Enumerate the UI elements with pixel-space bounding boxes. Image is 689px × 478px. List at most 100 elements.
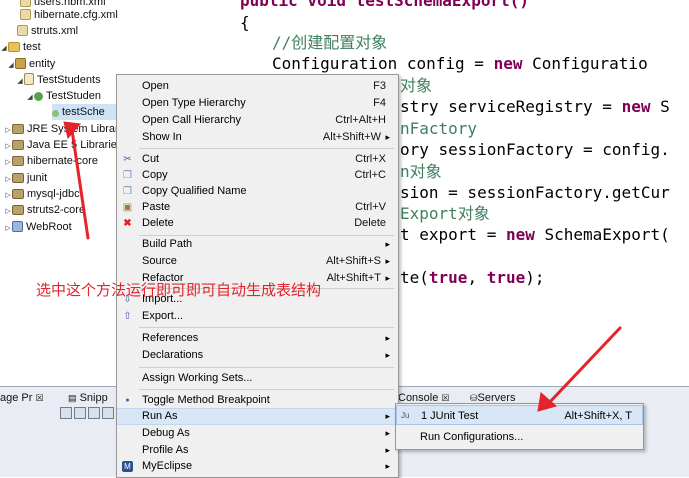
- myeclipse-icon: M: [122, 461, 133, 472]
- tab-snippets[interactable]: ▤ Snipp: [68, 390, 108, 406]
- delete-icon: ✖: [123, 218, 132, 229]
- link-editor-icon[interactable]: [60, 407, 72, 420]
- method-icon: [52, 110, 59, 117]
- submenu-item-run-configurations[interactable]: Run Configurations...: [396, 427, 643, 447]
- menu-item-profile-as[interactable]: Profile As ▸: [117, 442, 398, 459]
- breakpoint-icon: ●: [125, 397, 130, 404]
- menu-item-copy[interactable]: ❐ Copy Ctrl+C: [117, 167, 398, 184]
- code-line-create: te(true, true);: [400, 268, 545, 287]
- menu-separator: [139, 148, 394, 149]
- menu-item-debug-as[interactable]: Debug As ▸: [117, 425, 398, 442]
- class-icon: [34, 92, 43, 101]
- xml-file-icon: [17, 25, 28, 36]
- view-toolbar: [60, 407, 120, 421]
- export-icon: ⇧: [123, 311, 132, 322]
- annotation-text: 选中这个方法运行即可即可自动生成表结构: [36, 282, 322, 299]
- tree-item-teststudents-java[interactable]: ◢ TestStudents: [16, 72, 101, 88]
- menu-item-declarations[interactable]: Declarations ▸: [117, 347, 398, 364]
- menu-item-delete[interactable]: ✖ Delete Delete: [117, 215, 398, 232]
- search-icon[interactable]: [102, 407, 114, 420]
- package-explorer: users.hbm.xml hibernate.cfg.xml struts.x…: [0, 0, 124, 386]
- collapse-triangle-icon[interactable]: ◢: [7, 58, 15, 74]
- close-icon[interactable]: ☒: [35, 393, 43, 403]
- menu-item-paste[interactable]: ▣ Paste Ctrl+V: [117, 199, 398, 216]
- tree-item-javaee-library[interactable]: ▷ Java EE 5 Libraries: [4, 137, 122, 153]
- tree-item-hibernate-cfg[interactable]: hibernate.cfg.xml: [20, 7, 118, 23]
- submenu-arrow-icon: ▸: [385, 256, 390, 266]
- grid-icon[interactable]: [74, 407, 86, 420]
- snippets-icon: ▤: [68, 393, 77, 403]
- close-icon[interactable]: ☒: [441, 393, 449, 403]
- submenu-arrow-icon: ▸: [385, 411, 390, 421]
- menu-item-cut[interactable]: ✂ Cut Ctrl+X: [117, 151, 398, 168]
- context-menu: Open F3 Open Type Hierarchy F4 Open Call H…: [116, 74, 399, 478]
- collapse-triangle-icon[interactable]: ◢: [0, 41, 8, 57]
- webroot-icon: [12, 221, 23, 232]
- tree-item-struts2-core[interactable]: ▷ struts2-core: [4, 202, 85, 218]
- menu-item-export[interactable]: ⇧ Export...: [117, 308, 398, 325]
- menu-item-build-path[interactable]: Build Path ▸: [117, 236, 398, 253]
- menu-item-source[interactable]: Source Alt+Shift+S ▸: [117, 253, 398, 270]
- menu-separator: [139, 327, 394, 328]
- run-as-submenu: Ju 1 JUnit Test Alt+Shift+X, T Run Config…: [395, 403, 644, 450]
- copy-icon: ❐: [123, 170, 132, 181]
- library-icon: [12, 189, 24, 199]
- code-line-configuration: Configuration config = new Configuratio: [272, 54, 648, 73]
- copy-qualified-name-icon: ❐: [123, 186, 132, 197]
- submenu-item-junit-test[interactable]: Ju 1 JUnit Test Alt+Shift+X, T: [396, 405, 643, 425]
- menu-item-copy-qualified-name[interactable]: ❐ Copy Qualified Name: [117, 183, 398, 200]
- menu-item-references[interactable]: References ▸: [117, 330, 398, 347]
- collapse-triangle-icon[interactable]: ◢: [16, 74, 24, 90]
- code-line-schema-export: t export = new SchemaExport(: [400, 225, 670, 244]
- expand-triangle-icon[interactable]: ▷: [4, 204, 12, 220]
- tree-item-struts-xml[interactable]: struts.xml: [17, 23, 78, 39]
- tree-item-jre-library[interactable]: ▷ JRE System Library: [4, 121, 124, 137]
- tab-package-explorer[interactable]: age Pr ☒: [0, 390, 44, 406]
- library-icon: [12, 124, 24, 134]
- submenu-arrow-icon: ▸: [385, 350, 390, 360]
- menu-item-toggle-method-breakpoint[interactable]: ● Toggle Method Breakpoint: [117, 392, 398, 409]
- tree-item-webroot[interactable]: ▷ WebRoot: [4, 219, 72, 235]
- menu-separator: [139, 389, 394, 390]
- submenu-arrow-icon: ▸: [385, 333, 390, 343]
- source-folder-icon: [8, 42, 20, 52]
- menu-item-open[interactable]: Open F3: [117, 78, 398, 95]
- menu-item-run-as[interactable]: Run As ▸: [117, 408, 398, 425]
- tree-item-teststudents-class[interactable]: ◢ TestStuden: [26, 88, 101, 104]
- code-line-comment: n对象: [400, 162, 442, 181]
- library-icon: [12, 173, 24, 183]
- library-icon: [12, 156, 24, 166]
- tree-item-entity[interactable]: ◢ entity: [7, 56, 55, 72]
- tree-item-test[interactable]: ◢ test: [0, 39, 40, 57]
- expand-triangle-icon[interactable]: ▷: [4, 155, 12, 171]
- package-icon: [15, 58, 26, 69]
- code-line-service-registry: stry serviceRegistry = new S: [400, 97, 670, 116]
- menu-separator: [139, 367, 394, 368]
- xml-file-icon: [20, 9, 31, 20]
- menu-item-assign-working-sets[interactable]: Assign Working Sets...: [117, 370, 398, 387]
- servers-icon: ⛁: [470, 393, 478, 403]
- code-line-comment: //创建配置对象: [272, 33, 388, 52]
- code-line-comment: Export对象: [400, 204, 490, 223]
- tree-item-testschemaexport-method[interactable]: testSche: [52, 104, 116, 120]
- menu-item-show-in[interactable]: Show In Alt+Shift+W ▸: [117, 129, 398, 146]
- library-icon: [12, 205, 24, 215]
- submenu-arrow-icon: ▸: [385, 428, 390, 438]
- tree-item-hibernate-core[interactable]: ▷ hibernate-core: [4, 153, 98, 169]
- cut-icon: ✂: [123, 154, 132, 165]
- tree-item-junit[interactable]: ▷ junit: [4, 170, 47, 186]
- collapse-triangle-icon[interactable]: ◢: [26, 90, 34, 106]
- submenu-arrow-icon: ▸: [385, 445, 390, 455]
- submenu-arrow-icon: ▸: [385, 461, 390, 471]
- zoom-icon[interactable]: [88, 407, 100, 420]
- java-file-icon: [24, 73, 34, 85]
- submenu-arrow-icon: ▸: [385, 273, 390, 283]
- code-line-get-current-session: sion = sessionFactory.getCur: [400, 183, 670, 202]
- menu-item-myeclipse[interactable]: M MyEclipse ▸: [117, 458, 398, 475]
- tree-item-mysql-jdbc[interactable]: ▷ mysql-jdbc: [4, 186, 79, 202]
- expand-triangle-icon[interactable]: ▷: [4, 221, 12, 237]
- menu-item-open-call-hierarchy[interactable]: Open Call Hierarchy Ctrl+Alt+H: [117, 112, 398, 129]
- junit-icon: Ju: [401, 411, 410, 420]
- menu-item-open-type-hierarchy[interactable]: Open Type Hierarchy F4: [117, 95, 398, 112]
- submenu-arrow-icon: ▸: [385, 132, 390, 142]
